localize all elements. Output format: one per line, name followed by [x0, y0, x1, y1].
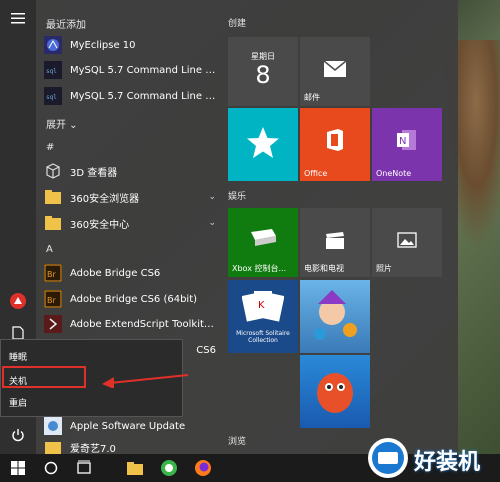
- folder-icon: [45, 216, 61, 230]
- user-avatar-icon[interactable]: [9, 292, 27, 310]
- sleep-option[interactable]: 睡眠: [9, 350, 27, 363]
- watermark-logo: 好装机: [366, 436, 496, 480]
- mail-icon: [324, 61, 346, 77]
- game-character-icon: [314, 290, 357, 340]
- movies-tile[interactable]: 电影和电视: [300, 208, 370, 277]
- mail-tile[interactable]: 邮件: [300, 37, 370, 106]
- recent-header: 最近添加: [46, 20, 86, 31]
- store-tile[interactable]: [228, 108, 298, 181]
- svg-text:Br: Br: [47, 270, 56, 279]
- list-item[interactable]: Br Adobe Bridge CS6: [44, 261, 216, 285]
- xbox-console-icon: [251, 229, 276, 246]
- highlight-box: [2, 366, 86, 388]
- onenote-tile[interactable]: N OneNote: [372, 108, 442, 181]
- app-label: MyEclipse 10: [70, 39, 136, 51]
- solitaire-tile[interactable]: K Microsoft Solitaire Collection: [228, 280, 298, 353]
- tile-label: Xbox 控制台...: [232, 264, 287, 273]
- app-label: 360安全浏览器: [70, 193, 140, 205]
- list-item[interactable]: 360安全浏览器 ⌄: [44, 185, 216, 209]
- tile-label: 邮件: [304, 93, 320, 102]
- app-label: Apple Software Update: [70, 420, 186, 432]
- app-label: Adobe Bridge CS6: [70, 267, 161, 279]
- tile-label: Office: [304, 169, 328, 178]
- app-label: MySQL 5.7 Command Line Client: [70, 64, 216, 76]
- svg-text:Br: Br: [47, 296, 56, 305]
- list-item[interactable]: MyEclipse 10: [44, 33, 216, 57]
- list-item[interactable]: Apple Software Update: [44, 414, 216, 438]
- expand-label: 展开: [46, 120, 66, 131]
- app-label: 360安全中心: [70, 219, 130, 231]
- app-label: MySQL 5.7 Command Line Client...: [70, 90, 216, 102]
- group-header-browse: 浏览: [228, 437, 247, 447]
- list-item[interactable]: sql MySQL 5.7 Command Line Client...: [44, 84, 216, 108]
- tile-label: OneNote: [376, 169, 412, 178]
- dragon-icon: [317, 373, 353, 413]
- tile-label: Microsoft Solitaire Collection: [236, 330, 290, 344]
- cube-icon: [46, 163, 60, 179]
- onenote-icon: N: [397, 130, 416, 150]
- list-item[interactable]: 360安全中心 ⌄: [44, 211, 216, 235]
- tile-label: 照片: [376, 264, 392, 273]
- mysql-icon: sql: [44, 87, 62, 105]
- list-item[interactable]: sql MySQL 5.7 Command Line Client: [44, 58, 216, 82]
- office-tile[interactable]: Office: [300, 108, 370, 181]
- calendar-tile[interactable]: 星期日 8: [228, 37, 298, 106]
- svg-text:sql: sql: [46, 94, 57, 101]
- bridge-icon: Br: [44, 264, 62, 282]
- chevron-down-icon[interactable]: ⌄: [208, 192, 216, 202]
- photos-tile[interactable]: 照片: [372, 208, 442, 277]
- star-icon: [247, 127, 279, 158]
- firefox-icon[interactable]: [194, 459, 212, 477]
- bridge-icon: Br: [44, 290, 62, 308]
- power-icon[interactable]: [9, 428, 27, 446]
- expand-link[interactable]: 展开 ⌄: [46, 116, 78, 131]
- task-view-icon[interactable]: [75, 459, 93, 477]
- watermark-text: 好装机: [414, 450, 481, 475]
- xbox-tile[interactable]: Xbox 控制台...: [228, 208, 298, 277]
- apple-update-icon: [44, 417, 62, 435]
- app-label: Adobe ExtendScript Toolkit CS6: [70, 318, 216, 330]
- app-label: 3D 查看器: [70, 167, 118, 179]
- folder-icon: [45, 190, 61, 204]
- tile-area: 创建 星期日 8 邮件 Office N OneNote 娱乐 Xbox 控制台…: [220, 0, 458, 454]
- chevron-down-icon: ⌄: [66, 120, 78, 131]
- bubble-witch-tile[interactable]: [300, 280, 370, 353]
- office-icon: [327, 129, 343, 151]
- app-label: Adobe Bridge CS6 (64bit): [70, 293, 198, 305]
- windows-start-icon[interactable]: [9, 459, 27, 477]
- list-item[interactable]: Adobe ExtendScript Toolkit CS6: [44, 312, 216, 336]
- group-header-create: 创建: [228, 19, 247, 29]
- calendar-date: 8: [255, 61, 271, 89]
- extendscript-icon: [44, 315, 62, 333]
- tile-label: 电影和电视: [304, 264, 344, 273]
- folder-icon: [45, 442, 61, 454]
- dragon-game-tile[interactable]: [300, 355, 370, 428]
- clapperboard-icon: [326, 232, 344, 249]
- list-item[interactable]: 3D 查看器: [44, 159, 216, 183]
- search-circle-icon[interactable]: [42, 459, 60, 477]
- list-item[interactable]: 爱奇艺7.0: [44, 440, 216, 454]
- photo-icon: [397, 232, 417, 248]
- file-explorer-icon[interactable]: [126, 459, 144, 477]
- svg-text:N: N: [399, 136, 406, 147]
- red-arrow-icon: [102, 374, 189, 388]
- hamburger-menu-icon[interactable]: [9, 12, 27, 30]
- group-header-entertainment: 娱乐: [228, 192, 247, 202]
- svg-text:sql: sql: [46, 68, 57, 75]
- list-item[interactable]: Br Adobe Bridge CS6 (64bit): [44, 287, 216, 311]
- 360-browser-icon[interactable]: [160, 459, 178, 477]
- svg-text:K: K: [258, 300, 265, 311]
- section-header-hash: #: [46, 142, 55, 153]
- chevron-down-icon[interactable]: ⌄: [208, 218, 216, 228]
- section-header-a: A: [46, 244, 53, 255]
- watermark-icon: [368, 438, 408, 478]
- restart-option[interactable]: 重启: [9, 396, 27, 409]
- mysql-icon: sql: [44, 61, 62, 79]
- app-label: 爱奇艺7.0: [70, 443, 116, 455]
- myeclipse-icon: [44, 36, 62, 54]
- playing-cards-icon: K: [242, 291, 284, 322]
